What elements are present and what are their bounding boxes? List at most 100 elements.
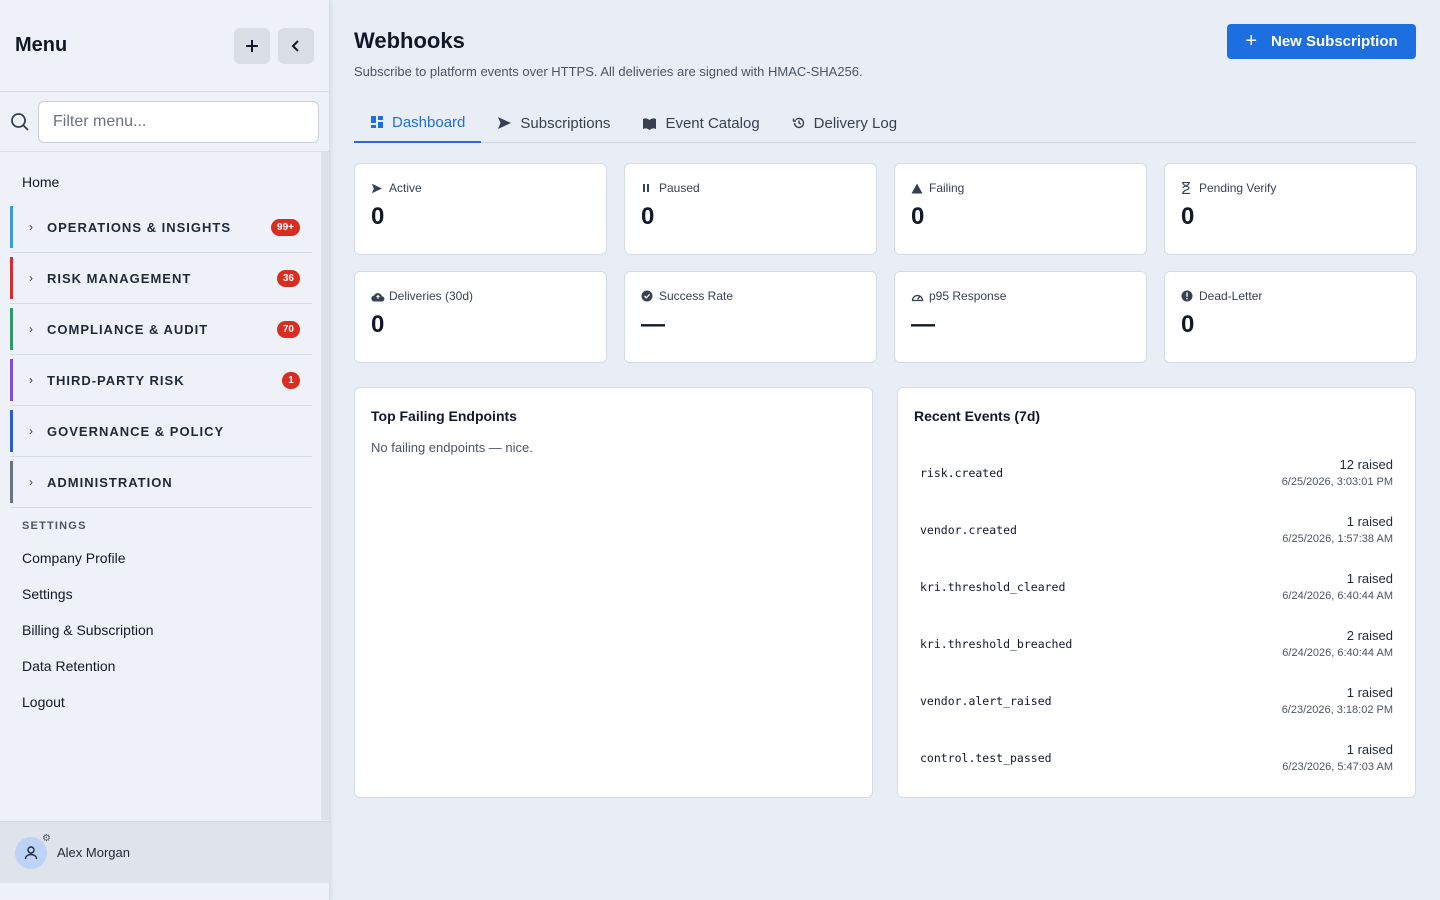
stat-label-text: Paused (659, 181, 700, 195)
stat-card-deliveries: Deliveries (30d) 0 (354, 271, 607, 363)
list-item[interactable]: control.test_passed 1 raised 6/23/2026, … (914, 729, 1399, 786)
event-meta: 1 raised 6/24/2026, 6:40:44 AM (1282, 571, 1393, 602)
stat-value: 0 (911, 203, 925, 230)
event-timestamp: 6/25/2026, 3:03:01 PM (1281, 476, 1393, 488)
stat-value: 0 (371, 311, 385, 338)
page-subtitle: Subscribe to platform events over HTTPS.… (354, 64, 863, 79)
stats-grid: Active 0 Paused 0 Failing 0 Pending Veri… (354, 163, 1417, 363)
stat-card-paused: Paused 0 (624, 163, 877, 255)
hourglass-icon (1181, 182, 1195, 194)
event-timestamp: 6/23/2026, 3:18:02 PM (1281, 704, 1393, 716)
tab-label: Delivery Log (813, 114, 898, 132)
tab-subscriptions[interactable]: Subscriptions (481, 103, 626, 143)
tab-delivery-log[interactable]: Delivery Log (776, 103, 913, 143)
stat-value: 0 (1181, 203, 1195, 230)
nav-settings[interactable]: Settings (10, 576, 312, 612)
stat-card-dead-letter: Dead-Letter 0 (1164, 271, 1417, 363)
group-label: COMPLIANCE & AUDIT (47, 321, 209, 337)
event-name: control.test_passed (920, 750, 1052, 765)
new-subscription-button[interactable]: + New Subscription (1227, 24, 1416, 59)
list-item[interactable]: risk.created 12 raised 6/25/2026, 3:03:0… (914, 444, 1399, 501)
nav-group-operations[interactable]: › OPERATIONS & INSIGHTS 99+ (10, 206, 312, 248)
event-name: vendor.created (920, 522, 1017, 537)
event-meta: 1 raised 6/23/2026, 5:47:03 AM (1282, 742, 1393, 773)
chevron-right-icon: › (29, 322, 33, 336)
gear-icon: ⚙ (42, 832, 51, 844)
book-icon (643, 117, 657, 130)
group-wrap: › OPERATIONS & INSIGHTS 99+ (10, 206, 312, 253)
stat-card-failing: Failing 0 (894, 163, 1147, 255)
event-count: 1 raised (1346, 685, 1393, 700)
list-item[interactable]: kri.threshold_cleared 1 raised 6/24/2026… (914, 558, 1399, 615)
stat-label: Failing (911, 181, 1130, 195)
warning-icon (911, 183, 925, 194)
tab-dashboard[interactable]: Dashboard (354, 103, 482, 143)
tab-event-catalog[interactable]: Event Catalog (626, 103, 775, 143)
stat-card-p95-response: p95 Response — (894, 271, 1147, 363)
count-badge: 1 (282, 371, 300, 389)
nav-group-third-party[interactable]: › THIRD-PARTY RISK 1 (10, 359, 312, 401)
stat-label: Active (371, 181, 590, 195)
nav-group-administration[interactable]: › ADMINISTRATION (10, 461, 312, 503)
nav-logout[interactable]: Logout (10, 684, 312, 720)
nav-group-governance[interactable]: › GOVERNANCE & POLICY (10, 410, 312, 452)
user-icon (24, 845, 38, 859)
event-name: kri.threshold_breached (920, 636, 1073, 651)
nav-billing[interactable]: Billing & Subscription (10, 612, 312, 648)
stat-value: 0 (1181, 311, 1195, 338)
event-timestamp: 6/25/2026, 1:57:38 AM (1282, 533, 1393, 545)
tab-bar: Dashboard Subscriptions Event Catalog De… (354, 103, 1416, 143)
gauge-icon (911, 291, 925, 302)
send-icon (371, 183, 385, 194)
chevron-left-icon (291, 39, 299, 52)
page-title: Webhooks (354, 28, 465, 53)
plus-icon (246, 39, 258, 52)
filter-menu-input[interactable] (38, 100, 319, 143)
events-list: risk.created 12 raised 6/25/2026, 3:03:0… (914, 444, 1399, 786)
event-meta: 12 raised 6/25/2026, 3:03:01 PM (1282, 457, 1393, 488)
stat-label: p95 Response (911, 289, 1130, 303)
nav-group-risk[interactable]: › RISK MANAGEMENT 36 (10, 257, 312, 299)
sidebar-scrollbar[interactable] (321, 152, 329, 820)
add-menu-button[interactable] (234, 27, 270, 64)
chevron-right-icon: › (29, 424, 33, 438)
stat-label-text: Pending Verify (1199, 181, 1277, 195)
stat-value: 0 (641, 203, 655, 230)
stat-card-pending-verify: Pending Verify 0 (1164, 163, 1417, 255)
user-footer[interactable]: ⚙ Alex Morgan (0, 821, 330, 883)
stat-label: Success Rate (641, 289, 860, 303)
group-label: GOVERNANCE & POLICY (47, 423, 225, 439)
nav-company-profile[interactable]: Company Profile (10, 540, 312, 576)
event-meta: 2 raised 6/24/2026, 6:40:44 AM (1282, 628, 1393, 659)
count-badge: 36 (276, 269, 300, 287)
stat-label-text: Deliveries (30d) (389, 289, 474, 303)
nav-data-retention[interactable]: Data Retention (10, 648, 312, 684)
nav-home[interactable]: Home (10, 162, 312, 202)
avatar[interactable]: ⚙ (15, 833, 51, 869)
group-wrap: › GOVERNANCE & POLICY (10, 410, 312, 457)
settings-section-label: SETTINGS (22, 520, 87, 532)
chevron-right-icon: › (29, 475, 33, 489)
list-item[interactable]: vendor.created 1 raised 6/25/2026, 1:57:… (914, 501, 1399, 558)
list-item[interactable]: kri.threshold_breached 2 raised 6/24/202… (914, 615, 1399, 672)
stat-label: Dead-Letter (1181, 289, 1400, 303)
event-timestamp: 6/24/2026, 6:40:44 AM (1282, 647, 1393, 659)
sidebar-title: Menu (15, 34, 68, 56)
chevron-right-icon: › (29, 373, 33, 387)
chevron-right-icon: › (29, 271, 33, 285)
event-count: 12 raised (1339, 457, 1393, 472)
stat-label-text: Failing (929, 181, 965, 195)
search-icon (11, 112, 29, 131)
recent-events-panel: Recent Events (7d) risk.created 12 raise… (897, 387, 1416, 798)
group-wrap: › THIRD-PARTY RISK 1 (10, 359, 312, 406)
stat-label-text: Active (389, 181, 422, 195)
list-item[interactable]: vendor.alert_raised 1 raised 6/23/2026, … (914, 672, 1399, 729)
collapse-sidebar-button[interactable] (278, 27, 314, 64)
nav-group-compliance[interactable]: › COMPLIANCE & AUDIT 70 (10, 308, 312, 350)
count-badge: 70 (276, 320, 300, 338)
check-circle-icon (641, 290, 655, 302)
event-name: risk.created (920, 465, 1004, 480)
tab-label: Dashboard (392, 113, 466, 131)
stat-card-success-rate: Success Rate — (624, 271, 877, 363)
stat-value: — (641, 311, 665, 338)
